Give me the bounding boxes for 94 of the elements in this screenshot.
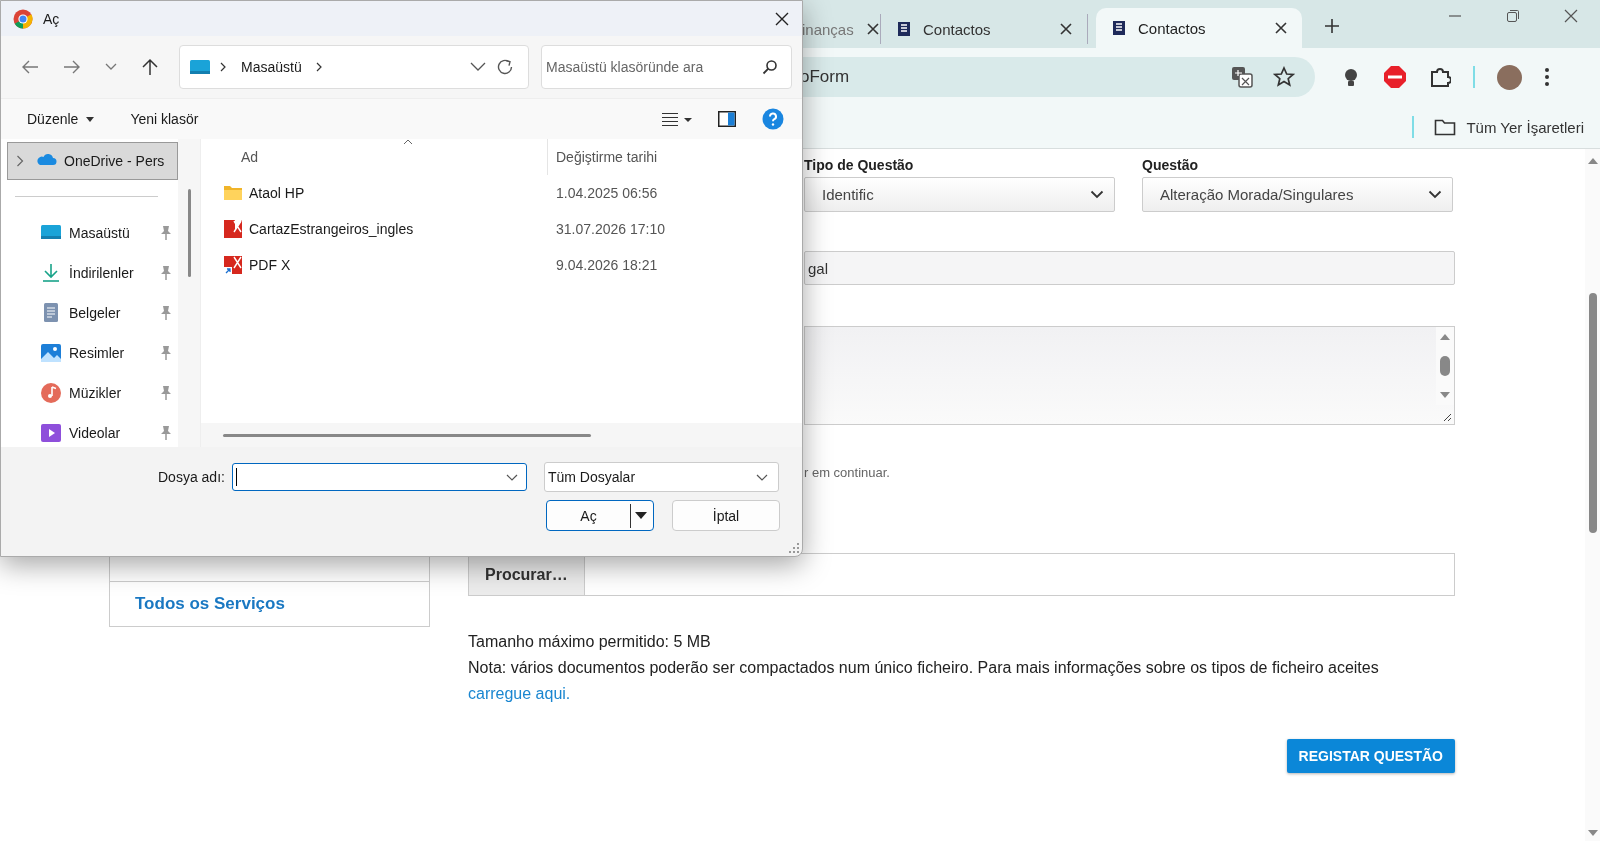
scrollbar-thumb[interactable] bbox=[1588, 293, 1597, 533]
note-text: Nota: vários documentos poderão ser compactados num único ficheiro. Para mais informações sobre os tipos de ficheiro aceites carregue aqui. bbox=[468, 658, 1380, 704]
chevron-down-icon[interactable] bbox=[105, 63, 117, 71]
stop-sign-icon[interactable] bbox=[1383, 65, 1407, 89]
open-button[interactable]: Aç bbox=[546, 500, 654, 531]
text-field[interactable]: gal bbox=[804, 251, 1455, 285]
file-date: 31.07.2026 17:10 bbox=[555, 221, 665, 237]
cancel-button[interactable]: İptal bbox=[672, 500, 780, 531]
close-icon[interactable] bbox=[1059, 22, 1073, 36]
scrollbar[interactable] bbox=[187, 189, 191, 277]
browser-tab[interactable]: Contactos bbox=[881, 14, 1088, 44]
filename-field[interactable] bbox=[231, 463, 527, 491]
file-name[interactable]: CartazEstrangeiros_ingles bbox=[249, 221, 414, 237]
pdf-file-icon bbox=[223, 219, 243, 239]
folder-icon bbox=[1434, 118, 1457, 136]
link[interactable]: carregue aqui. bbox=[468, 685, 571, 702]
back-icon[interactable] bbox=[21, 59, 39, 75]
chevron-down-icon bbox=[505, 473, 518, 481]
star-icon[interactable] bbox=[1273, 66, 1295, 88]
bookmark-folder[interactable]: Tüm Yer İşaretleri bbox=[1434, 118, 1584, 136]
toolbar-button[interactable]: Yeni klasör bbox=[118, 107, 211, 131]
page-icon bbox=[895, 21, 911, 37]
file-type-dropdown[interactable]: Tüm Dosyalar bbox=[543, 462, 779, 492]
dropdown[interactable]: Identific bbox=[804, 177, 1115, 212]
navigation-item[interactable]: Müzikler bbox=[7, 375, 178, 411]
picture-icon bbox=[40, 342, 62, 364]
address-field[interactable]: Masaüstü bbox=[179, 45, 529, 89]
avatar[interactable] bbox=[1497, 64, 1522, 90]
down-arrow-icon[interactable] bbox=[1439, 391, 1451, 399]
resize-grip-icon bbox=[1442, 412, 1452, 422]
browser-tab[interactable]: Contactos bbox=[1096, 8, 1302, 48]
column-header[interactable]: Değiştirme tarihi bbox=[547, 139, 802, 175]
breadcrumb-item[interactable]: Masaüstü bbox=[241, 59, 302, 75]
scrollbar[interactable] bbox=[1585, 149, 1600, 841]
chevron-down-icon[interactable] bbox=[470, 62, 486, 72]
more-icon[interactable] bbox=[1544, 67, 1550, 87]
preview-pane-icon[interactable] bbox=[718, 111, 736, 127]
page-icon bbox=[1110, 20, 1126, 36]
file-name[interactable]: PDF X bbox=[249, 257, 291, 273]
help-icon[interactable] bbox=[762, 108, 784, 130]
navigation-item[interactable]: Resimler bbox=[7, 335, 178, 371]
download-icon bbox=[40, 262, 62, 284]
chevron-down-icon bbox=[755, 473, 768, 481]
scrollbar-thumb[interactable] bbox=[1440, 356, 1450, 376]
caret-icon bbox=[635, 512, 647, 519]
puzzle-icon[interactable] bbox=[1429, 66, 1451, 88]
navigation-item[interactable]: Masaüstü bbox=[7, 215, 178, 251]
chevron-right-icon bbox=[315, 62, 323, 72]
desktop-icon bbox=[190, 59, 210, 75]
chevron-right-icon[interactable] bbox=[16, 155, 24, 167]
window-title: Aç bbox=[43, 10, 61, 27]
file-date: 1.04.2025 06:56 bbox=[555, 185, 658, 201]
chevron-right-icon bbox=[220, 62, 227, 72]
toolbar-button[interactable]: Düzenle bbox=[15, 107, 107, 131]
navigation-item[interactable]: OneDrive - Pers bbox=[7, 142, 178, 180]
sidebar-link[interactable]: Todos os Serviços bbox=[110, 582, 429, 626]
plus-icon[interactable] bbox=[1324, 18, 1340, 34]
navigation-item[interactable]: Belgeler bbox=[7, 295, 178, 331]
field-label: Questão bbox=[1142, 157, 1199, 174]
info-text: r em continuar. bbox=[804, 465, 891, 481]
music-icon bbox=[40, 382, 62, 404]
close-icon[interactable] bbox=[865, 22, 880, 36]
resize-grip-icon bbox=[789, 543, 799, 553]
field-label: Dosya adı: bbox=[158, 469, 225, 485]
sort-up-icon bbox=[403, 139, 413, 145]
list-view-icon[interactable] bbox=[662, 112, 692, 126]
chevron-down-icon bbox=[1428, 190, 1442, 199]
up-arrow-icon[interactable] bbox=[141, 58, 159, 76]
submit-button[interactable]: REGISTAR QUESTÃO bbox=[1286, 739, 1455, 773]
folder-icon bbox=[223, 183, 243, 203]
close-icon[interactable] bbox=[1274, 21, 1288, 35]
column-header[interactable]: Ad bbox=[201, 149, 547, 165]
caret-icon bbox=[86, 116, 95, 122]
scrollbar[interactable] bbox=[223, 433, 591, 437]
close-icon[interactable] bbox=[774, 10, 790, 27]
browse-button[interactable]: Procurar… bbox=[469, 554, 585, 595]
search-icon[interactable] bbox=[762, 59, 778, 75]
chevron-down-icon bbox=[1090, 190, 1104, 199]
search-field[interactable]: Masaüstü klasöründe ara bbox=[541, 45, 792, 89]
forward-icon[interactable] bbox=[63, 59, 81, 75]
file-name[interactable]: Ataol HP bbox=[249, 185, 305, 201]
chrome-logo-icon bbox=[13, 8, 33, 29]
file-date: 9.04.2026 18:21 bbox=[555, 257, 658, 273]
pdf-file-icon bbox=[223, 255, 243, 275]
video-icon bbox=[40, 422, 62, 444]
translate-icon[interactable] bbox=[1231, 66, 1253, 88]
navigation-item[interactable]: İndirilenler bbox=[7, 255, 178, 291]
field-label: Tipo de Questão bbox=[804, 157, 915, 174]
down-arrow-icon[interactable] bbox=[1586, 829, 1599, 837]
restore-icon[interactable] bbox=[1506, 9, 1520, 23]
navigation-item[interactable]: Videolar bbox=[7, 415, 178, 447]
size-note: Tamanho máximo permitido: 5 MB bbox=[468, 632, 712, 652]
dropdown[interactable]: Alteração Morada/Singulares bbox=[1142, 177, 1453, 212]
refresh-icon[interactable] bbox=[496, 58, 514, 76]
